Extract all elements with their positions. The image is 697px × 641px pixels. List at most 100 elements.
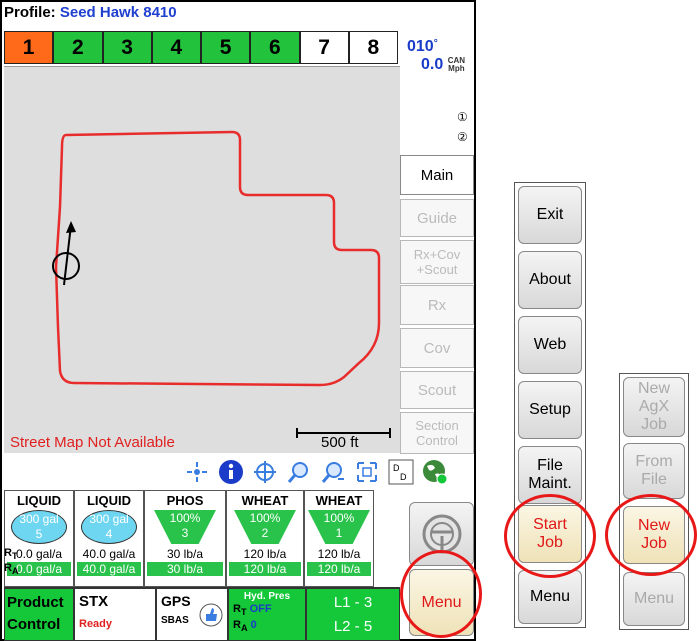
- hopper-fill: 100%: [169, 511, 201, 525]
- stx-label: STX: [79, 593, 109, 610]
- center-target-icon[interactable]: [250, 457, 280, 487]
- hopper-number: 1: [335, 526, 343, 540]
- product-type: LIQUID: [86, 493, 132, 508]
- thumbs-up-icon: [199, 603, 223, 627]
- hydraulic-pressure-status[interactable]: Hyd. Pres RT OFF RA 0: [228, 588, 306, 641]
- product-wheat-1[interactable]: WHEAT 100% 1 120 lb/a 120 lb/a: [304, 490, 374, 587]
- product-type: WHEAT: [241, 493, 289, 508]
- product-type: LIQUID: [16, 493, 62, 508]
- section-6[interactable]: 6: [250, 31, 300, 64]
- target-rate: 30 lb/a: [166, 547, 204, 561]
- section-2[interactable]: 2: [53, 31, 103, 64]
- svg-text:D: D: [393, 463, 400, 473]
- pan-arrows-icon[interactable]: [182, 457, 212, 487]
- exit-button[interactable]: Exit: [518, 186, 582, 244]
- panel1-menu-button[interactable]: Menu: [518, 570, 582, 624]
- tab-scout[interactable]: Scout: [400, 371, 474, 409]
- product-wheat-2[interactable]: WHEAT 100% 2 120 lb/a 120 lb/a: [226, 490, 304, 587]
- lane-1: L1 - 3: [333, 594, 373, 611]
- section-5[interactable]: 5: [201, 31, 251, 64]
- product-phos-3[interactable]: PHOS 100% 3 30 lb/a 30 lb/a: [144, 490, 226, 587]
- tab-section-control-line1: Section: [415, 418, 459, 433]
- from-file-line2: File: [641, 471, 667, 488]
- coverage-map: [52, 130, 391, 438]
- new-agx-job-line3: Job: [641, 416, 667, 433]
- actual-rate: 120 lb/a: [229, 562, 301, 576]
- gps-status[interactable]: GPS SBAS: [156, 588, 228, 641]
- tab-rx-cov-scout-line1: Rx+Cov: [413, 247, 461, 262]
- hopper-icon: 100% 2: [234, 510, 296, 544]
- new-agx-job-button[interactable]: New AgX Job: [623, 377, 685, 437]
- map-view[interactable]: [4, 66, 400, 453]
- rate-label-r1: R: [4, 547, 12, 559]
- vehicle-heading-line: [63, 224, 72, 286]
- profile-prefix: Profile:: [4, 4, 56, 21]
- tab-main[interactable]: Main: [400, 155, 474, 195]
- tank-icon: 300 gal 5: [11, 510, 67, 544]
- speed-readout: 0.0 CAN Mph: [421, 56, 465, 74]
- profile-name: Seed Hawk 8410: [59, 4, 177, 21]
- web-button[interactable]: Web: [518, 316, 582, 374]
- rate-label-t: T: [11, 551, 18, 562]
- section-7[interactable]: 7: [299, 31, 349, 64]
- tank-icon: 300 gal 4: [81, 510, 137, 544]
- speed-value: 0.0: [421, 56, 444, 73]
- hyd-title: Hyd. Pres: [243, 591, 291, 602]
- rate-row-labels: RT RA: [4, 547, 19, 577]
- button-1-icon[interactable]: ①: [457, 110, 468, 124]
- zoom-out-icon[interactable]: [318, 457, 348, 487]
- map-message: Street Map Not Available: [10, 434, 175, 451]
- view-2d-3d-icon[interactable]: DD: [386, 457, 416, 487]
- lane-status[interactable]: L1 - 3 L2 - 5: [306, 588, 400, 641]
- globe-icon[interactable]: [420, 457, 450, 487]
- extents-icon[interactable]: [352, 457, 382, 487]
- panel2-menu-button[interactable]: Menu: [623, 572, 685, 626]
- highlight-circle-menu: [400, 550, 482, 638]
- tab-cov[interactable]: Cov: [400, 328, 474, 368]
- stx-state: Ready: [79, 618, 113, 630]
- hopper-number: 3: [181, 526, 189, 540]
- map-toolbar: DD: [182, 454, 478, 490]
- device-screen: Profile: Seed Hawk 8410 1 2 3 4 5 6 7 8 …: [0, 0, 476, 641]
- profile-label: Profile: Seed Hawk 8410: [4, 4, 177, 21]
- hopper-icon: 100% 1: [308, 510, 370, 544]
- highlight-circle-start-job: [504, 494, 596, 578]
- product-control-status[interactable]: Product Control: [4, 588, 74, 641]
- hopper-number: 2: [261, 526, 269, 540]
- button-2-icon[interactable]: ②: [457, 130, 468, 144]
- zoom-in-icon[interactable]: [284, 457, 314, 487]
- hopper-fill: 100%: [323, 511, 355, 525]
- section-3[interactable]: 3: [102, 31, 152, 64]
- file-maint-line1: File: [537, 457, 563, 474]
- from-file-line1: From: [635, 453, 673, 470]
- tab-section-control[interactable]: Section Control: [400, 412, 474, 454]
- section-1[interactable]: 1: [4, 31, 54, 64]
- stx-status[interactable]: STX Ready: [74, 588, 156, 641]
- about-button[interactable]: About: [518, 251, 582, 309]
- highlight-circle-new-job: [605, 494, 697, 576]
- tab-rx-cov-scout[interactable]: Rx+Cov +Scout: [400, 240, 474, 284]
- product-type: PHOS: [166, 493, 204, 508]
- product-liquid-4[interactable]: LIQUID 300 gal 4 40.0 gal/a 40.0 gal/a: [74, 490, 144, 587]
- hopper-icon: 100% 3: [154, 510, 216, 544]
- svg-text:D: D: [400, 472, 407, 482]
- file-maint-line2: Maint.: [528, 475, 572, 492]
- actual-rate: 40.0 gal/a: [77, 562, 141, 576]
- info-icon[interactable]: [216, 457, 246, 487]
- new-agx-job-line1: New: [637, 380, 670, 397]
- scale-label: 500 ft: [321, 434, 359, 451]
- tank-fill: 300 gal: [19, 512, 59, 526]
- hopper-fill: 100%: [249, 511, 281, 525]
- tab-rx[interactable]: Rx: [400, 285, 474, 325]
- section-8[interactable]: 8: [348, 31, 398, 64]
- target-rate: 40.0 gal/a: [82, 547, 136, 561]
- heading-value: 010: [407, 38, 434, 55]
- tank-number: 5: [35, 527, 43, 541]
- tab-guide[interactable]: Guide: [400, 199, 474, 237]
- section-4[interactable]: 4: [151, 31, 201, 64]
- from-file-button[interactable]: From File: [623, 443, 685, 499]
- status-bar: Product Control STX Ready GPS SBAS Hyd. …: [4, 587, 400, 641]
- setup-button[interactable]: Setup: [518, 381, 582, 439]
- tank-number: 4: [105, 527, 113, 541]
- lane-2: L2 - 5: [333, 618, 373, 635]
